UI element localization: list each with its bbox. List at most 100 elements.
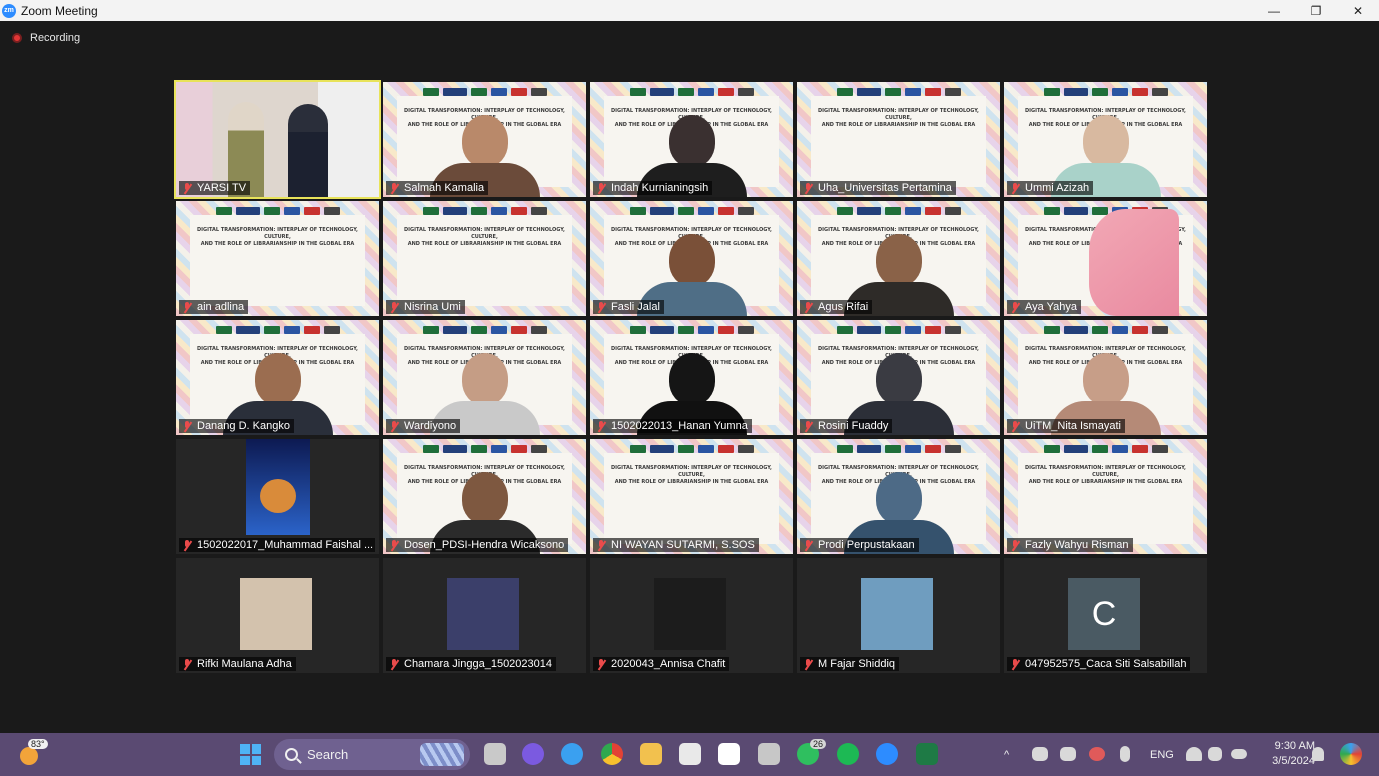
banner-logos: [590, 443, 793, 455]
file-explorer-icon[interactable]: [640, 743, 662, 765]
participant-name-label: Rifki Maulana Adha: [179, 657, 296, 671]
participant-tile[interactable]: DIGITAL TRANSFORMATION: INTERPLAY OF TEC…: [1004, 439, 1207, 554]
participant-tile[interactable]: DIGITAL TRANSFORMATION: INTERPLAY OF TEC…: [383, 82, 586, 197]
participant-tile[interactable]: DIGITAL TRANSFORMATION: INTERPLAY OF TEC…: [590, 201, 793, 316]
participant-tile[interactable]: DIGITAL TRANSFORMATION: INTERPLAY OF TEC…: [383, 320, 586, 435]
participant-name: NI WAYAN SUTARMI, S.SOS: [611, 539, 755, 551]
muted-mic-icon: [182, 539, 192, 551]
chrome-icon[interactable]: [601, 743, 623, 765]
language-indicator[interactable]: ENG: [1150, 733, 1174, 776]
banner-logos: [590, 324, 793, 336]
logo-chip: [717, 88, 734, 96]
restore-button[interactable]: ❐: [1295, 0, 1337, 21]
logo-chip: [629, 326, 646, 334]
task-view-icon[interactable]: [484, 743, 506, 765]
participant-tile[interactable]: YARSI TV: [174, 80, 381, 199]
banner-logos: [797, 324, 1000, 336]
muted-mic-icon: [389, 301, 399, 313]
tray-chevron-icon[interactable]: ^: [1004, 733, 1009, 776]
app-m-icon[interactable]: [718, 743, 740, 765]
participant-tile[interactable]: DIGITAL TRANSFORMATION: INTERPLAY OF TEC…: [590, 439, 793, 554]
banner-title-line1: DIGITAL TRANSFORMATION: INTERPLAY OF TEC…: [197, 227, 358, 240]
battery-icon[interactable]: [1231, 749, 1247, 759]
muted-mic-icon: [1010, 420, 1020, 432]
skype-icon[interactable]: [561, 743, 583, 765]
participant-tile[interactable]: DIGITAL TRANSFORMATION: INTERPLAY OF TEC…: [1004, 201, 1207, 316]
participant-tile[interactable]: DIGITAL TRANSFORMATION: INTERPLAY OF TEC…: [797, 320, 1000, 435]
logo-chip: [235, 207, 260, 215]
logo-chip: [442, 445, 467, 453]
minimize-button[interactable]: —: [1253, 0, 1295, 21]
participant-tile[interactable]: DIGITAL TRANSFORMATION: INTERPLAY OF TEC…: [590, 82, 793, 197]
person-head: [875, 353, 922, 405]
banner-title-line2: AND THE ROLE OF LIBRARIANSHIP IN THE GLO…: [200, 241, 355, 247]
microphone-icon[interactable]: [1120, 746, 1130, 762]
taskbar-search[interactable]: Search: [274, 739, 470, 770]
logo-chip: [904, 445, 921, 453]
teams-chat-icon[interactable]: [522, 743, 544, 765]
banner-title: DIGITAL TRANSFORMATION: INTERPLAY OF TEC…: [192, 227, 363, 248]
close-button[interactable]: ✕: [1337, 0, 1379, 21]
search-highlight-art: [420, 743, 464, 766]
logo-chip: [856, 326, 881, 334]
participant-name: Danang D. Kangko: [197, 420, 290, 432]
participant-tile[interactable]: DIGITAL TRANSFORMATION: INTERPLAY OF TEC…: [176, 320, 379, 435]
participant-tile[interactable]: 2020043_Annisa Chafit: [590, 558, 793, 673]
participant-tile[interactable]: DIGITAL TRANSFORMATION: INTERPLAY OF TEC…: [797, 82, 1000, 197]
tray-chart-icon[interactable]: [1060, 747, 1076, 761]
profile-picture: [447, 578, 519, 650]
profile-picture: [654, 578, 726, 650]
spotify-icon[interactable]: [837, 743, 859, 765]
participant-name: Aya Yahya: [1025, 301, 1077, 313]
participant-name: Nisrina Umi: [404, 301, 461, 313]
person-head: [668, 234, 715, 286]
logo-chip: [677, 88, 694, 96]
onedrive-icon[interactable]: [1089, 747, 1105, 761]
banner-logos: [383, 443, 586, 455]
banner-logos: [383, 205, 586, 217]
notification-bell-icon[interactable]: [1312, 747, 1324, 761]
participant-tile[interactable]: DIGITAL TRANSFORMATION: INTERPLAY OF TEC…: [1004, 82, 1207, 197]
zoom-taskbar-icon[interactable]: [876, 743, 898, 765]
muted-mic-icon: [596, 301, 606, 313]
volume-icon[interactable]: [1208, 747, 1222, 761]
participant-tile[interactable]: DIGITAL TRANSFORMATION: INTERPLAY OF TEC…: [383, 439, 586, 554]
logo-chip: [442, 88, 467, 96]
logo-chip: [470, 207, 487, 215]
participant-tile[interactable]: DIGITAL TRANSFORMATION: INTERPLAY OF TEC…: [383, 201, 586, 316]
banner-title-line1: DIGITAL TRANSFORMATION: INTERPLAY OF TEC…: [404, 227, 565, 240]
participant-tile[interactable]: M Fajar Shiddiq: [797, 558, 1000, 673]
logo-chip: [649, 207, 674, 215]
logo-chip: [649, 445, 674, 453]
excel-icon[interactable]: [916, 743, 938, 765]
muted-mic-icon: [803, 539, 813, 551]
logo-chip: [697, 445, 714, 453]
participant-tile[interactable]: C 047952575_Caca Siti Salsabillah: [1004, 558, 1207, 673]
logo-chip: [944, 207, 961, 215]
logo-chip: [215, 207, 232, 215]
logo-chip: [470, 445, 487, 453]
banner-logos: [797, 443, 1000, 455]
copilot-icon[interactable]: [1340, 743, 1362, 765]
weather-widget[interactable]: 83°: [18, 739, 48, 769]
tray-app-icon[interactable]: [1032, 747, 1048, 761]
participant-tile[interactable]: DIGITAL TRANSFORMATION: INTERPLAY OF TEC…: [176, 201, 379, 316]
participant-tile[interactable]: Rifki Maulana Adha: [176, 558, 379, 673]
participant-name: M Fajar Shiddiq: [818, 658, 896, 670]
recording-indicator[interactable]: Recording: [12, 32, 80, 44]
participant-tile[interactable]: 1502022017_Muhammad Faishal ...: [176, 439, 379, 554]
logo-chip: [490, 326, 507, 334]
system-clock[interactable]: 9:30 AM 3/5/2024: [1272, 739, 1315, 769]
wifi-icon[interactable]: [1186, 747, 1202, 761]
start-button[interactable]: [240, 744, 261, 765]
logo-chip: [510, 326, 527, 334]
microsoft-store-icon[interactable]: [679, 743, 701, 765]
logo-chip: [904, 88, 921, 96]
logo-chip: [303, 207, 320, 215]
app-document-icon[interactable]: [758, 743, 780, 765]
participant-tile[interactable]: DIGITAL TRANSFORMATION: INTERPLAY OF TEC…: [1004, 320, 1207, 435]
participant-tile[interactable]: DIGITAL TRANSFORMATION: INTERPLAY OF TEC…: [590, 320, 793, 435]
participant-tile[interactable]: DIGITAL TRANSFORMATION: INTERPLAY OF TEC…: [797, 439, 1000, 554]
participant-tile[interactable]: DIGITAL TRANSFORMATION: INTERPLAY OF TEC…: [797, 201, 1000, 316]
participant-tile[interactable]: Chamara Jingga_1502023014: [383, 558, 586, 673]
